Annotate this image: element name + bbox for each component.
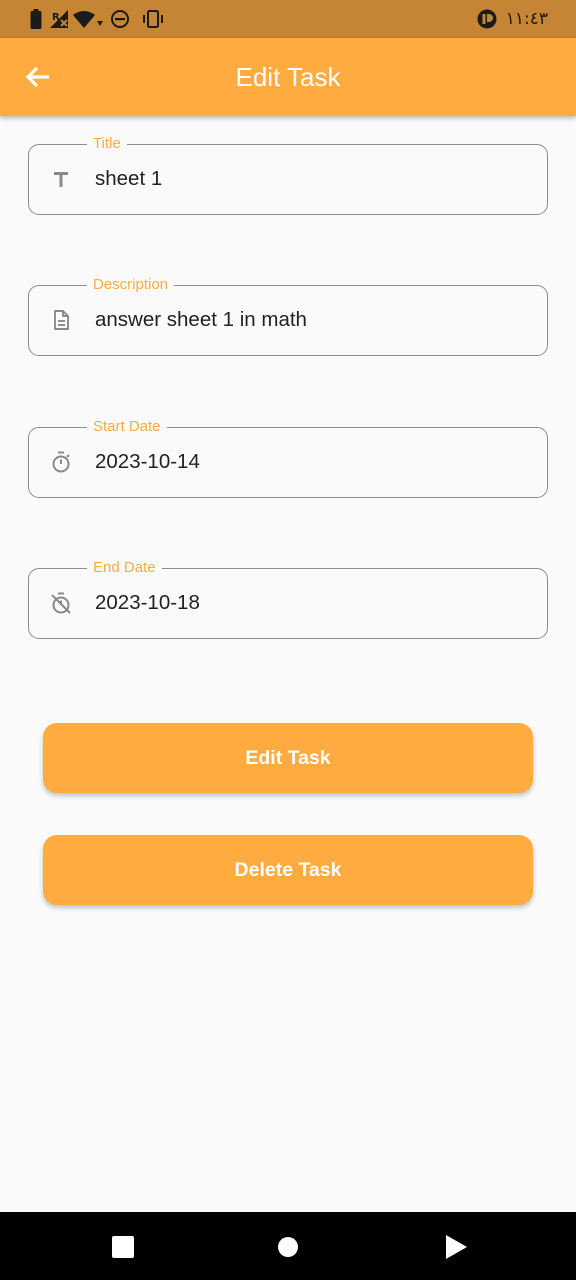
system-nav-bar (0, 1212, 576, 1280)
recents-icon[interactable] (112, 1236, 134, 1258)
timer-off-icon (51, 592, 71, 614)
svg-text:R: R (52, 12, 60, 23)
no-signal-icon: R (50, 10, 68, 28)
status-bar: R ١١:٤٣ (0, 0, 576, 38)
delete-task-button[interactable]: Delete Task (43, 835, 533, 905)
edit-task-button[interactable]: Edit Task (43, 723, 533, 793)
start-date-field-label: Start Date (87, 418, 167, 436)
title-input[interactable]: sheet 1 (95, 166, 162, 192)
timer-icon (52, 451, 70, 473)
page-title: Edit Task (235, 62, 341, 92)
end-date-field[interactable]: End Date 2023-10-18 (28, 559, 548, 639)
description-icon (54, 310, 69, 330)
end-date-field-label: End Date (87, 559, 162, 577)
do-not-disturb-icon (111, 10, 129, 28)
app-notification-icon (477, 9, 497, 29)
vibrate-icon (143, 10, 163, 28)
end-date-input[interactable]: 2023-10-18 (95, 590, 200, 616)
app-bar: Edit Task (0, 38, 576, 116)
start-date-input[interactable]: 2023-10-14 (95, 449, 200, 475)
title-field[interactable]: Title sheet 1 (28, 135, 548, 215)
description-input[interactable]: answer sheet 1 in math (95, 307, 307, 333)
status-time: ١١:٤٣ (505, 9, 548, 29)
battery-icon (30, 9, 42, 29)
home-icon[interactable] (277, 1236, 299, 1258)
description-field[interactable]: Description answer sheet 1 in math (28, 276, 548, 356)
wifi-icon (73, 11, 103, 28)
text-fields-icon (54, 172, 68, 187)
title-field-label: Title (87, 135, 127, 153)
back-nav-icon[interactable] (444, 1234, 468, 1260)
start-date-field[interactable]: Start Date 2023-10-14 (28, 418, 548, 498)
description-field-label: Description (87, 276, 175, 294)
